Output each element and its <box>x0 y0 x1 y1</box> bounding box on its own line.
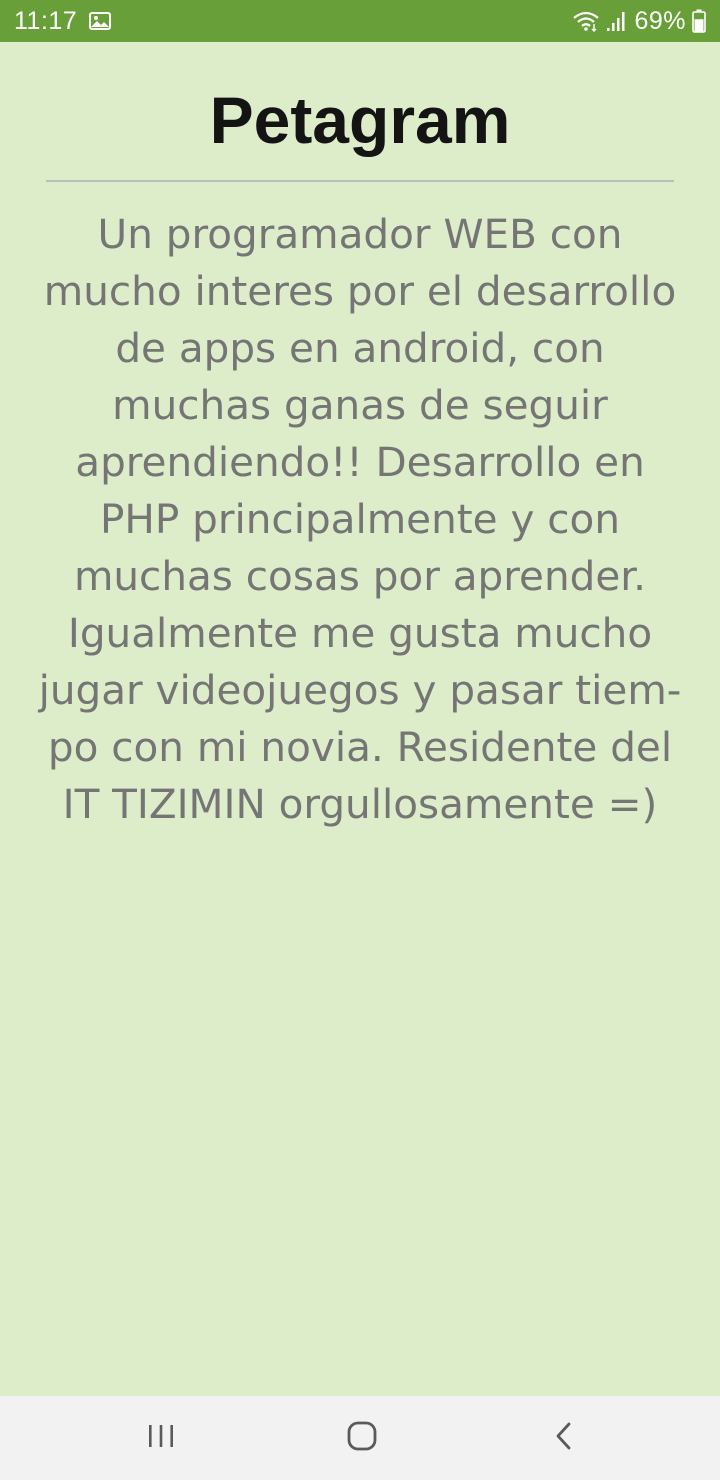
bio-line: Un programador WEB con <box>97 210 623 258</box>
back-button[interactable] <box>534 1414 594 1462</box>
bio-line: mucho interes por el desarrollo <box>43 267 677 315</box>
bio-line: de apps en android, con <box>115 324 605 372</box>
status-time: 11:17 <box>14 6 78 35</box>
status-bar: 11:17 69% <box>0 0 720 42</box>
battery-icon <box>692 9 706 33</box>
battery-percent: 69% <box>634 6 686 35</box>
image-notification-icon <box>89 12 112 30</box>
bio-line: jugar videojuegos y pasar tiem- <box>38 666 682 714</box>
bio-line: aprendiendo!! Desarrollo en <box>75 438 645 486</box>
recents-button[interactable] <box>131 1414 191 1462</box>
signal-icon <box>606 10 628 32</box>
home-icon <box>346 1420 378 1457</box>
home-button[interactable] <box>332 1414 392 1462</box>
wifi-icon <box>572 10 600 32</box>
about-content: Petagram Un programador WEB con mucho int… <box>0 42 720 1396</box>
bio-line: po con mi novia. Residente del <box>47 723 673 771</box>
status-bar-left: 11:17 <box>14 6 112 36</box>
bio-line: IT TIZIMIN orgullosamente =) <box>62 780 658 828</box>
bio-line: muchas cosas por aprender. <box>73 552 647 600</box>
bio-line: muchas ganas de seguir <box>112 381 608 429</box>
bio-text: Un programador WEB con mucho interes por … <box>20 206 700 833</box>
bio-line: PHP principalmente y con <box>99 495 620 543</box>
recents-icon <box>146 1423 176 1454</box>
bio-line: Igualmente me gusta mucho <box>67 609 653 657</box>
page-title: Petagram <box>209 83 511 157</box>
navigation-bar <box>0 1396 720 1480</box>
status-bar-right: 69% <box>572 7 706 36</box>
back-icon <box>553 1421 575 1456</box>
screen: 11:17 69% Petagram Un programador WEB co… <box>0 0 720 1480</box>
title-divider <box>46 180 674 182</box>
